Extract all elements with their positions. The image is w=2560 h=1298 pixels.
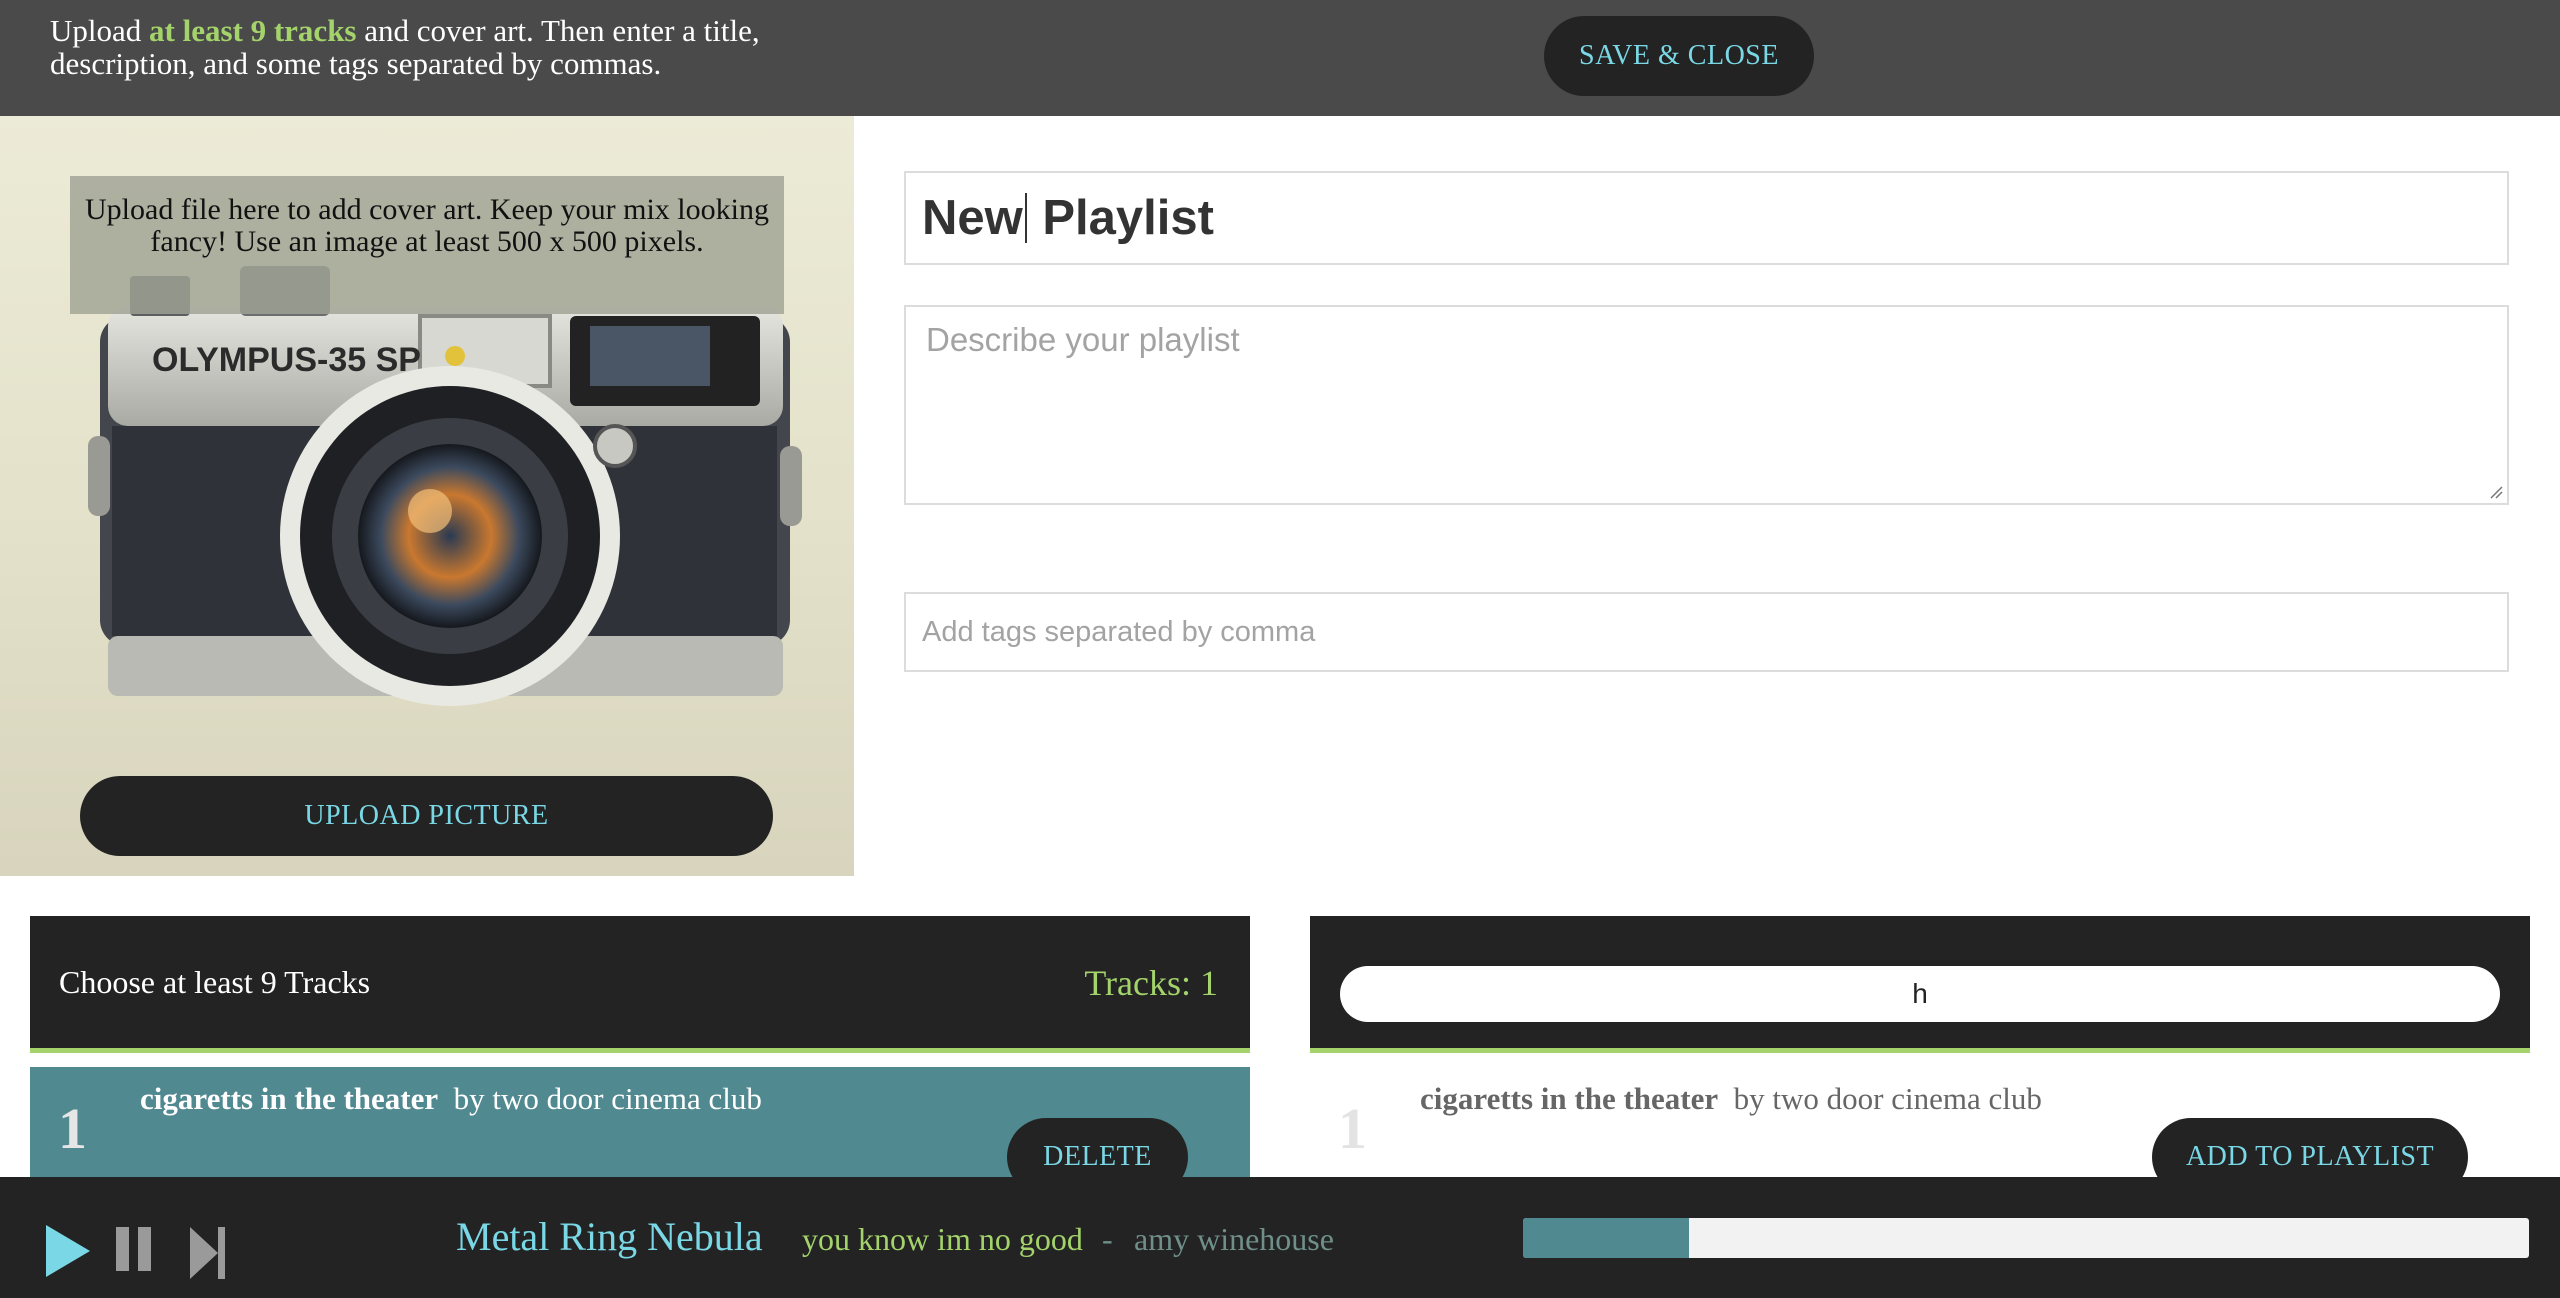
title-text-after-caret: Playlist	[1028, 191, 1214, 245]
description-placeholder: Describe your playlist	[926, 321, 1240, 358]
station-name: Metal Ring Nebula	[456, 1214, 763, 1259]
track-artist: by two door cinema club	[453, 1081, 762, 1116]
top-bar: Upload at least 9 tracks and cover art. …	[0, 0, 2560, 116]
add-to-playlist-button[interactable]: ADD TO PLAYLIST	[2152, 1118, 2468, 1177]
playback-progress-fill	[1523, 1218, 1689, 1258]
track-search-input[interactable]: h	[1340, 966, 2500, 1022]
camera-brand-text: OLYMPUS-35 SP	[152, 341, 421, 379]
result-info: cigaretts in the theater by two door cin…	[1420, 1081, 2042, 1117]
playback-progress-bar[interactable]	[1523, 1218, 2529, 1258]
track-artist-separator: -	[1102, 1221, 1113, 1257]
resize-handle-icon[interactable]	[2489, 485, 2503, 499]
result-artist: by two door cinema club	[1733, 1081, 2042, 1116]
player-bar: Metal Ring Nebula you know im no good - …	[0, 1177, 2560, 1298]
track-title: cigaretts in the theater	[140, 1081, 439, 1116]
text-caret	[1024, 193, 1027, 243]
playlist-panel-header: Choose at least 9 Tracks Tracks: 1	[30, 916, 1250, 1053]
search-panel-header: h	[1310, 916, 2530, 1053]
choose-tracks-heading: Choose at least 9 Tracks	[59, 964, 371, 1000]
now-playing-artist: amy winehouse	[1134, 1221, 1334, 1257]
search-result-row: 1 cigaretts in the theater by two door c…	[1310, 1057, 2530, 1177]
instructions-before: Upload	[50, 13, 150, 48]
upload-picture-button[interactable]: UPLOAD PICTURE	[80, 776, 773, 856]
pause-icon[interactable]	[114, 1225, 154, 1273]
title-text-before-caret: New	[922, 191, 1023, 245]
cover-art-panel[interactable]: OLYMPUS-35 SP Upload file here to add co…	[0, 116, 854, 876]
playlist-title-input[interactable]: New Playlist	[904, 171, 2509, 265]
playlist-track-row: 1 cigaretts in the theater by two door c…	[30, 1067, 1250, 1177]
track-info: cigaretts in the theater by two door cin…	[140, 1081, 762, 1117]
instructions-highlight: at least 9 tracks	[149, 13, 357, 48]
cover-art-instructions: Upload file here to add cover art. Keep …	[70, 176, 784, 314]
instructions-text: Upload at least 9 tracks and cover art. …	[50, 14, 830, 80]
now-playing-track: you know im no good	[802, 1221, 1083, 1257]
tracks-count: Tracks: 1	[1084, 963, 1218, 1003]
save-close-button[interactable]: SAVE & CLOSE	[1544, 16, 1814, 96]
play-icon[interactable]	[44, 1223, 92, 1279]
delete-track-button[interactable]: DELETE	[1007, 1118, 1188, 1177]
next-track-icon[interactable]	[188, 1225, 228, 1281]
result-title: cigaretts in the theater	[1420, 1081, 1719, 1116]
result-number: 1	[1338, 1096, 1367, 1161]
track-number: 1	[58, 1096, 87, 1161]
tags-input[interactable]: Add tags separated by comma	[904, 592, 2509, 672]
tags-placeholder: Add tags separated by comma	[922, 615, 1316, 648]
playlist-description-textarea[interactable]: Describe your playlist	[904, 305, 2509, 505]
